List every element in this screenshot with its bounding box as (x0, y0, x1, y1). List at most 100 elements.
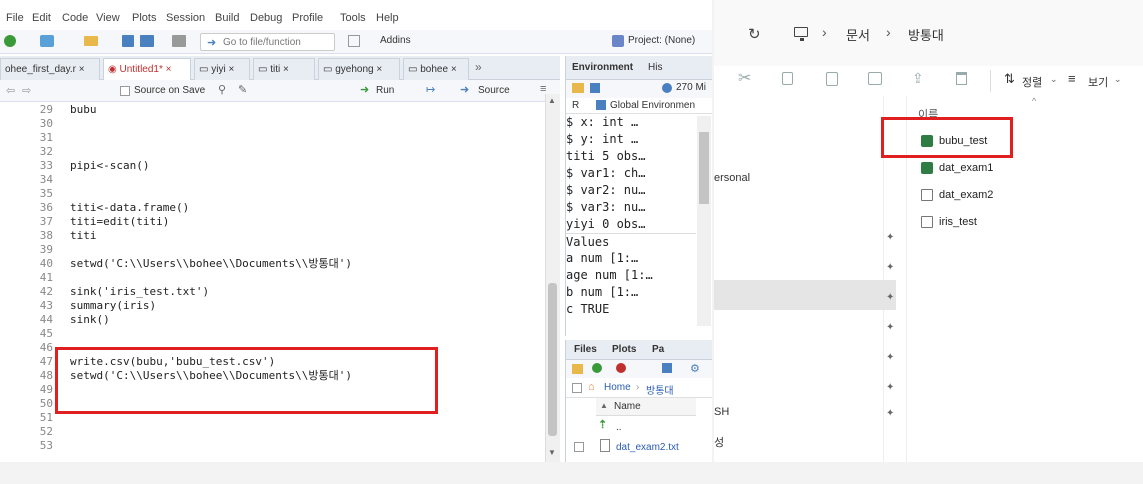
breadcrumb-folder[interactable]: 방통대 (908, 25, 944, 44)
rerun-icon[interactable]: ↦ (426, 83, 435, 96)
new-folder-icon[interactable] (572, 364, 583, 374)
cut-icon[interactable]: ✂ (738, 68, 751, 88)
source-on-save-checkbox[interactable] (120, 86, 130, 96)
paste-icon[interactable] (826, 72, 838, 86)
breadcrumb-documents[interactable]: 문서 (846, 25, 870, 44)
tab-files[interactable]: Files (574, 344, 597, 355)
env-scrollbar-thumb[interactable] (699, 132, 709, 204)
tab-titi[interactable]: ▭ titi × (253, 58, 315, 80)
env-row[interactable]: $ x: int … (566, 114, 696, 131)
tab-bohee[interactable]: ▭ bohee × (403, 58, 469, 80)
delete-file-icon[interactable] (616, 363, 626, 373)
code-line[interactable]: setwd('C:\\Users\\bohee\\Documents\\방통대'… (70, 258, 352, 270)
nav-item-partial[interactable]: ersonal (714, 172, 750, 184)
new-file-icon[interactable] (4, 35, 16, 47)
file-item-dat-exam1[interactable]: dat_exam1 (921, 157, 993, 179)
goto-file-input[interactable]: ➜ Go to file/function (200, 33, 335, 51)
env-row-titi[interactable]: titi 5 obs… (566, 148, 696, 165)
scroll-up-icon[interactable]: ▲ (548, 96, 556, 105)
env-row[interactable]: c TRUE (566, 301, 696, 318)
env-row[interactable]: age num [1:… (566, 267, 696, 284)
tab-plots[interactable]: Plots (612, 344, 636, 355)
menu-view[interactable]: View (96, 12, 120, 24)
parent-folder-link[interactable]: .. (616, 422, 622, 433)
menu-edit[interactable]: Edit (32, 12, 51, 24)
menu-plots[interactable]: Plots (132, 12, 156, 24)
menu-build[interactable]: Build (215, 12, 239, 24)
pin-icon[interactable]: ✦ (886, 382, 894, 393)
env-row[interactable]: a num [1:… (566, 250, 696, 267)
env-row[interactable]: Values (566, 233, 696, 250)
env-row[interactable]: yiyi 0 obs… (566, 216, 696, 233)
tab-environment[interactable]: Environment (572, 62, 633, 73)
tab-ohee-first-day[interactable]: ohee_first_day.r × (0, 58, 100, 80)
refresh-icon[interactable]: ↻ (748, 25, 761, 43)
editor-scrollbar-thumb[interactable] (548, 283, 557, 436)
rename-icon[interactable] (868, 72, 882, 85)
code-line[interactable]: titi (70, 230, 97, 242)
search-icon[interactable]: ⚲ (218, 83, 226, 96)
menu-session[interactable]: Session (166, 12, 205, 24)
gear-icon[interactable]: ⚙ (690, 362, 700, 375)
env-row[interactable]: $ var3: nu… (566, 199, 696, 216)
menu-code[interactable]: Code (62, 12, 88, 24)
run-button[interactable]: Run (376, 85, 394, 96)
code-line[interactable]: sink() (70, 314, 110, 326)
select-all-checkbox[interactable] (572, 383, 582, 393)
save-all-icon[interactable] (140, 35, 154, 47)
copy-icon[interactable] (782, 72, 793, 85)
tab-yiyi[interactable]: ▭ yiyi × (194, 58, 250, 80)
rename-icon[interactable] (662, 363, 672, 373)
share-icon[interactable]: ⇪ (912, 70, 924, 87)
code-line[interactable]: sink('iris_test.txt') (70, 286, 209, 298)
print-icon[interactable] (172, 35, 186, 47)
scroll-down-icon[interactable]: ▼ (548, 448, 556, 457)
pin-icon[interactable]: ✦ (886, 292, 894, 303)
parent-folder-icon[interactable]: ⇡ (598, 418, 607, 431)
pin-icon[interactable]: ✦ (886, 232, 894, 243)
env-row[interactable]: $ var2: nu… (566, 182, 696, 199)
global-env-select[interactable]: Global Environmen (610, 100, 695, 111)
sort-button[interactable]: 정렬 (1022, 74, 1042, 90)
project-menu[interactable]: Project: (None) (628, 35, 695, 46)
code-line[interactable]: bubu (70, 104, 97, 116)
computer-icon[interactable] (794, 27, 808, 37)
env-row[interactable]: b num [1:… (566, 284, 696, 301)
tab-packages[interactable]: Pa (652, 344, 664, 355)
view-button[interactable]: 보기 (1088, 74, 1108, 90)
save-icon[interactable] (122, 35, 134, 47)
more-tabs-icon[interactable]: » (475, 60, 482, 74)
tab-gyehong[interactable]: ▭ gyehong × (318, 58, 400, 80)
pin-icon[interactable]: ✦ (886, 322, 894, 333)
tab-history[interactable]: His (648, 62, 662, 73)
open-file-icon[interactable] (84, 36, 98, 46)
forward-icon[interactable]: ⇨ (22, 84, 31, 97)
r-language-select[interactable]: R (572, 100, 579, 111)
menu-file[interactable]: File (6, 12, 24, 24)
code-line[interactable]: titi=edit(titi) (70, 216, 169, 228)
nav-item-partial[interactable]: SH (714, 406, 729, 418)
menu-profile[interactable]: Profile (292, 12, 323, 24)
grid-layout-icon[interactable] (348, 35, 360, 47)
breadcrumb-chevron[interactable]: › (886, 24, 891, 40)
file-row-checkbox[interactable] (574, 442, 584, 452)
nav-item-selected[interactable] (714, 280, 896, 310)
menu-tools[interactable]: Tools (340, 12, 366, 24)
new-blank-file-icon[interactable] (592, 363, 602, 373)
folder-link[interactable]: 방통대 (646, 382, 674, 397)
pin-icon[interactable]: ✦ (886, 352, 894, 363)
file-item-dat-exam2[interactable]: dat_exam2 (921, 184, 993, 206)
save-workspace-icon[interactable] (590, 83, 600, 93)
delete-icon[interactable] (956, 72, 967, 85)
name-column-header[interactable]: ▲ Name (596, 398, 696, 416)
file-link-dat-exam2[interactable]: dat_exam2.txt (616, 442, 679, 453)
menu-help[interactable]: Help (376, 12, 399, 24)
source-button[interactable]: Source (478, 85, 510, 96)
pin-icon[interactable]: ✦ (886, 408, 894, 419)
tab-untitled1[interactable]: ◉ Untitled1* × (103, 58, 191, 80)
breadcrumb-chevron[interactable]: › (822, 24, 827, 40)
code-line[interactable]: pipi<-scan() (70, 160, 149, 172)
home-link[interactable]: Home (604, 382, 631, 393)
env-row[interactable]: $ var1: ch… (566, 165, 696, 182)
nav-item-partial[interactable]: 성 (714, 434, 724, 450)
